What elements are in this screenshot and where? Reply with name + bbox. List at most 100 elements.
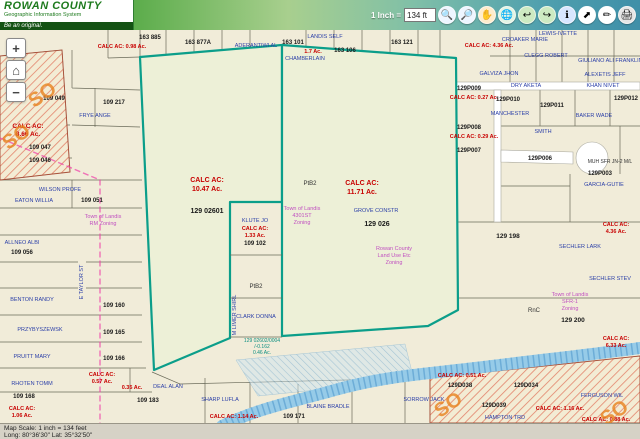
map-label: 109 051 [81,198,103,204]
map-label: 109 166 [103,356,125,362]
measure-icon[interactable]: ✏ [598,6,616,24]
map-label: CHAMBERLAIN [285,56,325,62]
full-extent-icon[interactable]: 🌐 [498,6,516,24]
map-label: KHAN NIVET [586,83,620,89]
map-label: GALVIZA JHON [479,71,518,77]
map-label: CALC AC: [345,180,379,187]
map-label: 129 02601 [190,208,223,215]
map-label: 109 046 [29,158,51,164]
map-label: 129P012 [614,96,639,102]
map-label: Zoning [562,306,579,312]
map-label: 109 168 [13,394,35,400]
next-extent-icon[interactable]: ↪ [538,6,556,24]
parcel-map[interactable]: CALC AC: 0.98 Ac.163 885163 877AADERANTI… [0,30,640,423]
map-label: CALC AC: [603,222,630,228]
map-label: CALC AC: [603,336,630,342]
select-icon[interactable]: ⬈ [578,6,596,24]
identify-icon[interactable]: ℹ [558,6,576,24]
scale-label: 1 Inch = [371,11,401,20]
map-label: CALC AC: 1.16 Ac. [536,406,585,412]
map-label: CLARK DONNA [236,314,276,320]
map-label: 129 200 [561,317,585,324]
map-label: GROVE CONSTR [354,208,399,214]
map-label: 109 102 [244,241,266,247]
status-bar: Map Scale: 1 inch = 134 feet Long: 80°36… [0,423,640,439]
map-label: 129 198 [496,233,520,240]
map-label: 1.33 Ac. [245,233,266,239]
map-label: 4301ST [292,213,312,219]
zoom-control: + ⌂ − [6,38,26,102]
scale-input[interactable] [404,8,436,22]
map-label: KLUTE JO [242,218,269,224]
map-label: Zoning [386,260,403,266]
map-label: 109 171 [283,414,305,420]
pan-icon[interactable]: ✋ [478,6,496,24]
map-label: 163 101 [282,40,304,46]
map-label: LEWIS-IVETTE [539,31,578,37]
print-icon[interactable]: 🖨 [618,6,636,24]
map-label: Zoning [294,220,311,226]
map-label: BAKER WADE [576,113,613,119]
map-label: HAMPTON TRD [485,415,525,421]
map-label: Town of Landis [552,292,589,298]
map-label: Rowan County [376,246,412,252]
map-label: GARCIA-GUTIE [584,182,624,188]
map-label: ALEXETIS JEFF [585,72,627,78]
map-label: SMITH [534,129,551,135]
zoom-out-button[interactable]: − [6,82,26,102]
map-label: 129P008 [457,125,482,131]
map-label: 129P010 [496,97,521,103]
map-label: 163 121 [391,40,413,46]
map-label: FRANKLIN [615,58,640,64]
map-label: EATON WILLIA [15,198,53,204]
map-label: CALC AC: 0.27 Ac. [450,95,499,101]
map-label: RnC [528,308,541,314]
logo-subtitle: Geographic Information System [0,12,133,18]
map-label: 129P007 [457,148,482,154]
map-label: 109 047 [29,145,51,151]
previous-extent-icon[interactable]: ↩ [518,6,536,24]
logo-title: ROWAN COUNTY [0,0,133,12]
map-label: 129 026 [364,221,389,228]
map-label: PtB2 [249,284,263,290]
map-label: 163 106 [334,48,356,54]
map-label: CALC AC: 0.29 Ac. [450,134,499,140]
map-label: 129P011 [540,103,564,109]
toolbar-icons: 🔍🔎✋🌐↩↪ℹ⬈✏🖨 [438,6,636,24]
map-label: MUH SFR JN-2 M/L [588,159,633,165]
map-label: 109 056 [11,250,33,256]
map-label: GIULIANO ALI [578,58,614,64]
map-label: CALC AC: [89,372,116,378]
logo-tagline: Be an original. [0,22,133,30]
map-label: Town of Landis [284,206,321,212]
map-label: PtB2 [303,181,317,187]
map-label: RM Zoning [90,221,117,227]
map-label: 0.57 Ac. [92,379,113,385]
map-label: 129P006 [528,156,553,162]
map-label: FRYE ANGE [79,113,111,119]
home-button[interactable]: ⌂ [6,60,26,80]
zoom-in-icon[interactable]: 🔍 [438,6,456,24]
map-label: 109 165 [103,330,125,336]
zoom-in-button[interactable]: + [6,38,26,58]
map-label: 11.71 Ac. [347,189,377,196]
map-label: 129P009 [457,86,482,92]
map-label: 163 885 [139,35,161,41]
header: ROWAN COUNTY Geographic Information Syst… [0,0,640,30]
map-label: SECHLER STEV [589,276,631,282]
map-viewport: CALC AC: 0.98 Ac.163 885163 877AADERANTI… [0,30,640,423]
map-label: CALC AC: [190,177,224,184]
map-label: 129D038 [448,383,473,389]
county-logo[interactable]: ROWAN COUNTY Geographic Information Syst… [0,0,134,30]
map-label: CALC AC: [9,406,36,412]
map-label: CALC AC: 4.36 Ac. [465,43,514,49]
map-label: ALLNEO ALBI [5,240,40,246]
map-label: 109 183 [137,398,159,404]
zoom-out-icon[interactable]: 🔎 [458,6,476,24]
map-label: BENTON RANDY [10,297,54,303]
map-label: E TAYLOR ST [79,264,85,299]
map-label: 1.7 Ac. [304,49,322,55]
map-label: CALC AC: 0.51 Ac. [438,373,487,379]
map-label: LANDIS SELF [307,34,343,40]
map-label: PRZYBYSZEWSK [17,327,63,333]
